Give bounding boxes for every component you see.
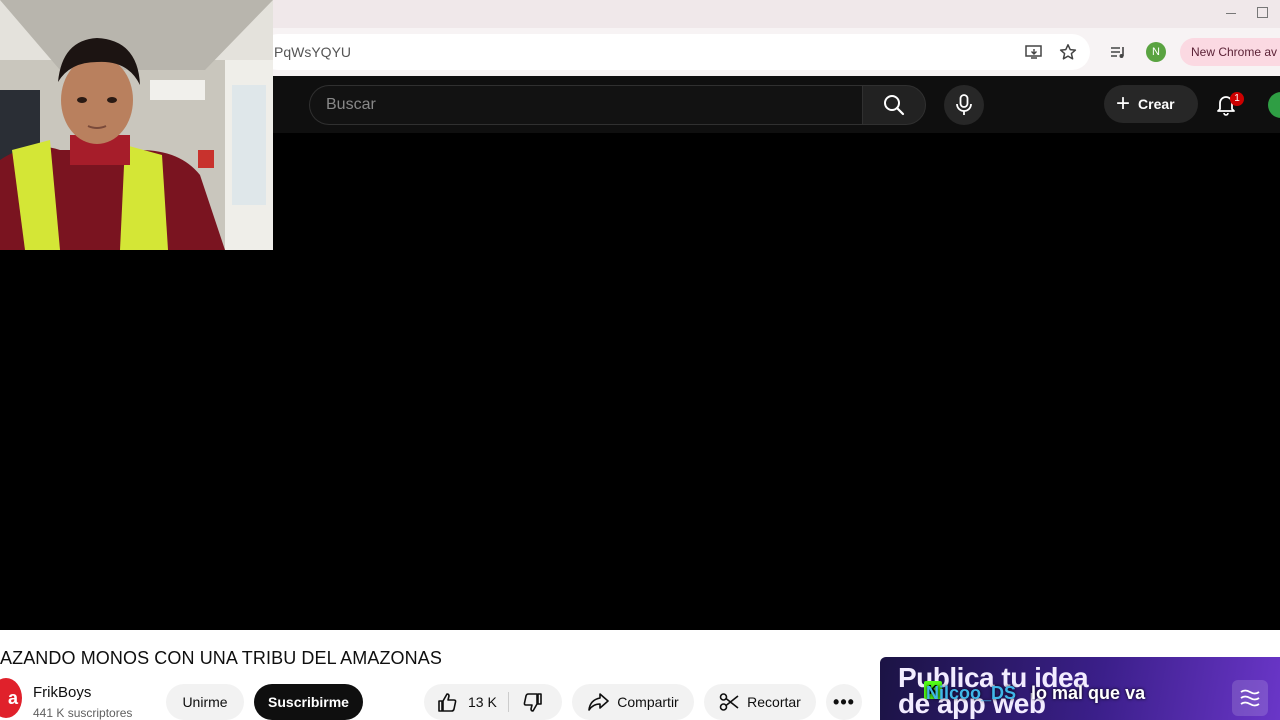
dislike-button[interactable] xyxy=(522,692,544,717)
clip-label: Recortar xyxy=(747,694,801,710)
search-input[interactable] xyxy=(326,86,846,124)
like-count: 13 K xyxy=(468,694,497,710)
menu-icon[interactable] xyxy=(1232,680,1268,716)
subscriber-count: 441 K suscriptores xyxy=(33,706,133,720)
plus-icon: + xyxy=(1116,90,1131,117)
window-maximize-button[interactable] xyxy=(1254,4,1270,18)
bookmark-star-icon[interactable] xyxy=(1056,40,1080,64)
search-button[interactable] xyxy=(862,85,926,125)
like-button[interactable]: 13 K xyxy=(436,691,497,713)
notification-badge: 1 xyxy=(1230,92,1244,106)
media-controls-icon[interactable] xyxy=(1106,40,1130,64)
webcam-overlay xyxy=(0,0,273,250)
clip-button[interactable]: Recortar xyxy=(704,684,816,720)
like-divider xyxy=(508,692,509,712)
thumbs-up-icon xyxy=(438,693,457,712)
thumbs-down-icon xyxy=(523,693,542,712)
channel-name[interactable]: FrikBoys xyxy=(33,684,91,701)
share-icon xyxy=(588,693,610,711)
share-button[interactable]: Compartir xyxy=(572,684,694,720)
cast-icon[interactable] xyxy=(1022,40,1046,64)
voice-search-button[interactable] xyxy=(944,85,984,125)
scissors-icon xyxy=(719,693,739,711)
ad-banner[interactable]: Publica tu idea de app web K Nilcoo_DS l… xyxy=(880,657,1280,720)
channel-avatar[interactable]: a xyxy=(0,678,22,718)
video-title: AZANDO MONOS CON UNA TRIBU DEL AMAZONAS xyxy=(0,648,442,668)
chat-message-line: Nilcoo_DS lo mal que va xyxy=(926,683,1145,704)
webcam-feed-image xyxy=(0,0,273,250)
share-label: Compartir xyxy=(617,694,679,710)
more-icon: ••• xyxy=(833,691,855,712)
chat-username: Nilcoo_DS xyxy=(926,683,1017,703)
address-url-text[interactable]: PqWsYQYU xyxy=(274,44,351,60)
like-dislike-group: 13 K xyxy=(424,684,562,720)
chat-message-text: lo mal que va xyxy=(1031,683,1146,703)
search-icon xyxy=(884,95,905,116)
microphone-icon xyxy=(956,94,972,115)
account-avatar[interactable] xyxy=(1268,92,1280,118)
join-button[interactable]: Unirme xyxy=(166,684,244,720)
address-bar[interactable] xyxy=(260,34,1090,70)
join-label: Unirme xyxy=(182,694,228,710)
create-label: Crear xyxy=(1138,96,1175,112)
more-actions-button[interactable]: ••• xyxy=(826,684,862,720)
profile-avatar[interactable]: N xyxy=(1146,42,1166,62)
subscribe-button[interactable]: Suscribirme xyxy=(254,684,363,720)
subscribe-label: Suscribirme xyxy=(268,694,349,710)
search-box xyxy=(309,85,863,125)
new-chrome-available-button[interactable]: New Chrome av xyxy=(1180,38,1280,66)
window-minimize-button[interactable] xyxy=(1226,6,1238,20)
create-button[interactable]: + Crear xyxy=(1104,85,1198,123)
